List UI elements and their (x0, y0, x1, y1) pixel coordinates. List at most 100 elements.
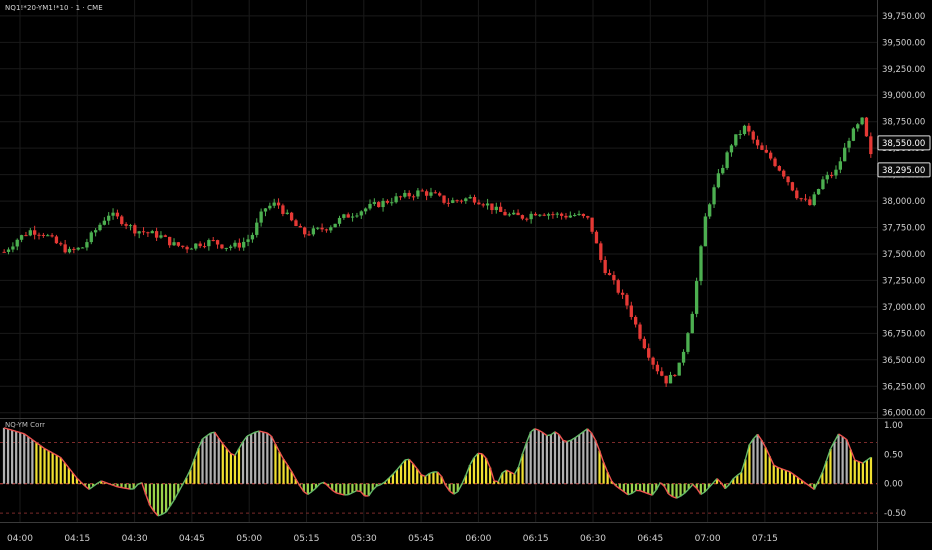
corr-line-segment (546, 434, 552, 437)
candle-body (586, 216, 590, 218)
candle-body (398, 196, 403, 198)
time-tick-label: 04:45 (179, 534, 205, 544)
candle-body (159, 235, 163, 238)
candle-body (80, 247, 85, 249)
candle-body (864, 117, 869, 137)
candle-body (194, 243, 198, 249)
candle-body (289, 212, 294, 221)
candle-body (124, 224, 128, 226)
candle-body (98, 224, 102, 231)
time-tick-label: 06:15 (523, 534, 549, 544)
candle-body (176, 242, 181, 246)
candle-body (54, 236, 59, 244)
candle-body (429, 192, 433, 196)
candle-body (72, 248, 76, 250)
candle-body (246, 239, 250, 242)
candle-body (716, 173, 721, 188)
current-price-label: 38,295.00 (882, 166, 925, 176)
candle-body (725, 152, 729, 168)
candle-body (115, 212, 120, 217)
candle-body (764, 149, 768, 153)
candle-body (699, 246, 703, 282)
candle-body (664, 375, 668, 384)
candle-body (790, 182, 795, 191)
candle-body (825, 175, 829, 180)
candle-body (385, 200, 390, 203)
candle-body (777, 166, 782, 171)
candle-body (37, 234, 41, 236)
candle-body (525, 218, 529, 220)
price-tick-label: 36,000.00 (882, 409, 925, 419)
candle-body (433, 192, 437, 194)
candle-body (19, 235, 24, 240)
candle-body (333, 223, 337, 228)
price-tick-label: 37,750.00 (882, 224, 925, 234)
price-tick-label: 38,000.00 (882, 197, 925, 207)
candle-body (6, 249, 11, 252)
symbol-title[interactable]: NQ1!*20-YM1!*10 · 1 · CME (5, 4, 103, 12)
candle-body (33, 230, 37, 235)
price-tick-label: 37,000.00 (882, 303, 925, 313)
candle-body (407, 192, 411, 197)
candle-body (577, 213, 581, 215)
candle-body (542, 214, 546, 216)
candle-body (769, 152, 773, 159)
candle-body (869, 136, 873, 155)
candle-body (655, 364, 660, 372)
candle-body (28, 230, 32, 236)
candle-body (268, 205, 272, 209)
candle-body (738, 134, 742, 136)
candle-body (742, 125, 747, 135)
time-tick-label: 04:15 (64, 534, 90, 544)
corr-tick-label: 0.50 (884, 450, 903, 460)
candle-body (564, 215, 568, 218)
candle-body (856, 124, 860, 129)
candle-body (660, 371, 664, 376)
price-tick-label: 36,750.00 (882, 329, 925, 339)
candle-body (250, 234, 255, 240)
candle-body (281, 205, 285, 214)
candle-body (490, 203, 494, 211)
candle-body (708, 204, 712, 217)
candle-body (163, 235, 167, 237)
candle-body (133, 225, 137, 234)
candle-body (512, 212, 516, 215)
candle-body (438, 193, 442, 196)
candle-body (350, 216, 355, 218)
candle-body (76, 247, 80, 250)
candle-body (681, 351, 686, 363)
candle-body (181, 245, 185, 247)
time-tick-label: 07:00 (695, 534, 721, 544)
chart-canvas[interactable]: 39,750.00 39,500.00 39,250.00 39,000.00 38,7… (0, 0, 932, 550)
candle-body (276, 202, 281, 206)
candle-body (416, 190, 420, 197)
time-tick-label: 05:00 (236, 534, 262, 544)
candle-body (568, 215, 572, 218)
price-tick-label: 37,250.00 (882, 276, 925, 286)
candle-body (259, 211, 263, 223)
candle-body (498, 206, 503, 212)
candle-body (838, 161, 842, 170)
candle-body (377, 202, 381, 208)
candle-body (529, 213, 533, 220)
candle-body (403, 192, 407, 197)
indicator-title[interactable]: NQ-YM Corr (5, 421, 45, 429)
candle-body (228, 246, 233, 248)
candle-body (46, 235, 50, 237)
candle-body (472, 197, 477, 203)
candle-body (843, 147, 847, 162)
candle-body (633, 316, 638, 325)
candle-body (812, 194, 816, 206)
time-tick-label: 04:00 (7, 534, 33, 544)
candle-body (424, 191, 429, 196)
candle-body (198, 243, 202, 247)
candle-body (150, 231, 154, 234)
candle-body (237, 242, 242, 248)
candle-body (651, 357, 655, 365)
candle-body (233, 242, 237, 247)
candle-body (481, 204, 485, 206)
time-tick-label: 05:15 (294, 534, 320, 544)
grid-lines (0, 0, 877, 522)
candle-body (686, 333, 690, 352)
candle-body (803, 198, 808, 200)
